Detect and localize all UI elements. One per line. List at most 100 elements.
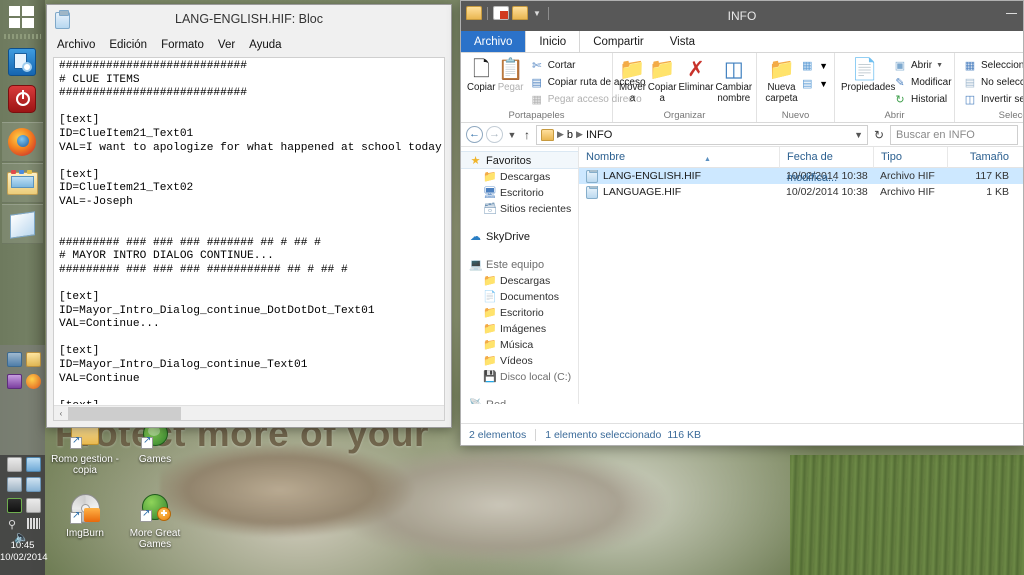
explorer-task-button[interactable] <box>2 163 43 203</box>
tab-compartir[interactable]: Compartir <box>580 31 656 52</box>
menu-ayuda[interactable]: Ayuda <box>249 39 281 51</box>
firefox-task-button[interactable] <box>2 122 43 162</box>
tray-card-icon[interactable] <box>26 477 41 492</box>
paste-button[interactable]: 📋 Pegar <box>498 55 524 94</box>
file-explorer-window[interactable]: ▼ INFO Archivo Inicio Compartir Vista 🗋 … <box>460 0 1024 446</box>
sidebar-item-disco-local-c[interactable]: 💾 Disco local (C:) <box>461 369 578 385</box>
menu-ver[interactable]: Ver <box>218 39 235 51</box>
sidebar-item-documentos[interactable]: 📄 Documentos <box>461 289 578 305</box>
file-list[interactable]: Nombre ▲ Fecha de modifica... Tipo Tamañ… <box>579 146 1023 404</box>
back-arrow-icon[interactable]: ← <box>466 126 483 143</box>
history-button[interactable]: ↻ Historial <box>891 91 954 108</box>
desktop-icon-imgburn[interactable]: ImgBurn <box>48 492 122 539</box>
notepad-titlebar[interactable]: LANG-ENGLISH.HIF: Bloc <box>47 5 451 35</box>
column-header-fecha[interactable]: Fecha de modifica... <box>779 146 873 184</box>
navigation-pane[interactable]: ★ Favoritos 📁 Descargas 🖥 Escritorio 🗃 S… <box>461 147 579 404</box>
tray-clock[interactable]: 10:45 10/02/2014 <box>0 540 48 564</box>
sidebar-item-skydrive[interactable]: ☁ SkyDrive <box>461 229 578 245</box>
column-header-nombre[interactable]: Nombre ▲ <box>579 147 779 168</box>
search-input[interactable]: Buscar en INFO <box>890 124 1018 145</box>
column-headers[interactable]: Nombre ▲ Fecha de modifica... Tipo Tamañ… <box>579 146 1023 184</box>
chevron-down-icon[interactable]: ▼ <box>819 61 828 71</box>
tray-display-icon[interactable] <box>7 477 22 492</box>
copy-to-button[interactable]: 📁 Copiar a <box>648 55 677 104</box>
rename-button[interactable]: ◫ Cambiar nombre <box>715 55 752 104</box>
invert-selection-button[interactable]: ◫ Invertir sele <box>961 91 1023 108</box>
scrollbar-thumb[interactable] <box>68 407 181 420</box>
desktop-icon-more-great-games[interactable]: More Great Games <box>118 492 192 550</box>
sidebar-item-musica[interactable]: 📁 Música <box>461 337 578 353</box>
notepad-horizontal-scrollbar[interactable]: ‹ <box>54 405 444 420</box>
computer-small-icon[interactable] <box>7 352 22 367</box>
folder-small-icon[interactable] <box>26 352 41 367</box>
sidebar-item-descargas[interactable]: 📁 Descargas <box>461 169 578 185</box>
select-none-button[interactable]: ▤ No seleccio <box>961 74 1023 91</box>
notepad-menubar[interactable]: Archivo Edición Formato Ver Ayuda <box>47 35 451 55</box>
chevron-down-icon-address[interactable]: ▼ <box>854 130 863 140</box>
sidebar-item-este-equipo[interactable]: 💻 Este equipo <box>461 257 578 273</box>
minimize-button[interactable] <box>1006 13 1017 14</box>
recent-locations-chevron-icon[interactable]: ▼ <box>506 130 518 140</box>
move-to-button[interactable]: 📁 Mover a <box>619 55 646 104</box>
taskbar-grip[interactable] <box>4 34 41 39</box>
ribbon-tabs[interactable]: Archivo Inicio Compartir Vista <box>461 31 1023 53</box>
forward-arrow-icon[interactable]: → <box>486 126 503 143</box>
sidebar-item-escritorio-2[interactable]: 📁 Escritorio <box>461 305 578 321</box>
column-header-tipo[interactable]: Tipo <box>873 146 947 168</box>
address-bar[interactable]: ← → ▼ ↑ ▶ b ▶ INFO ▼ ↻ Buscar en INFO <box>461 123 1023 147</box>
chevron-down-icon-2[interactable]: ▼ <box>819 79 828 89</box>
copy-icon: 🗋 <box>472 58 490 81</box>
sidebar-item-sitios-recientes[interactable]: 🗃 Sitios recientes <box>461 201 578 217</box>
sidebar-item-videos[interactable]: 📁 Vídeos <box>461 353 578 369</box>
properties-button[interactable]: 📄 Propiedades <box>841 55 895 94</box>
copy-label: Copiar <box>467 82 496 93</box>
column-header-tamano[interactable]: Tamaño <box>947 146 1017 168</box>
tab-vista[interactable]: Vista <box>657 31 708 52</box>
refresh-icon[interactable]: ↻ <box>871 128 887 142</box>
menu-edicion[interactable]: Edición <box>109 39 147 51</box>
new-item-dropdown-button[interactable]: ▦ ▼ <box>802 59 828 73</box>
ribbon[interactable]: 🗋 Copiar 📋 Pegar ✄ Cortar ▤ Copiar ruta … <box>461 53 1023 123</box>
edit-button[interactable]: ✎ Modificar <box>891 74 954 91</box>
tab-archivo[interactable]: Archivo <box>461 31 526 52</box>
power-button[interactable] <box>8 85 36 113</box>
menu-archivo[interactable]: Archivo <box>57 39 95 51</box>
desktop-icon-label: Games <box>138 454 172 465</box>
notepad-task-button[interactable] <box>2 204 43 244</box>
copy-button[interactable]: 🗋 Copiar <box>467 55 496 94</box>
select-all-button[interactable]: ▦ Seleccionar <box>961 57 1023 74</box>
delete-button[interactable]: ✗ Eliminar <box>678 55 713 94</box>
start-button[interactable] <box>9 6 35 30</box>
tray-usb-icon[interactable]: ⚲ <box>8 518 20 531</box>
tray-list-icon[interactable] <box>7 457 22 472</box>
breadcrumb-item-b[interactable]: b <box>567 129 573 141</box>
tray-signal-icon[interactable] <box>27 518 40 529</box>
breadcrumb-item-info[interactable]: INFO <box>586 129 612 141</box>
explorer-titlebar[interactable]: ▼ INFO <box>461 1 1023 31</box>
taskbar[interactable]: ⚲ 🔈 10:45 10/02/2014 <box>0 0 48 575</box>
menu-formato[interactable]: Formato <box>161 39 204 51</box>
sidebar-item-favoritos[interactable]: ★ Favoritos <box>461 153 578 169</box>
up-arrow-icon[interactable]: ↑ <box>521 128 533 142</box>
open-button[interactable]: ▣ Abrir ▼ <box>891 57 954 74</box>
new-folder-button[interactable]: 📁 Nueva carpeta <box>763 55 800 104</box>
easy-access-dropdown-button[interactable]: ▤ ▼ <box>802 77 828 91</box>
sidebar-item-red[interactable]: 📡 Red <box>461 397 578 404</box>
scroll-left-arrow-icon[interactable]: ‹ <box>54 406 68 420</box>
tray-check-icon[interactable] <box>26 498 41 513</box>
chevron-down-icon-open[interactable]: ▼ <box>936 62 943 69</box>
breadcrumb[interactable]: ▶ b ▶ INFO ▼ <box>536 124 868 145</box>
sidebar-item-descargas-2[interactable]: 📁 Descargas <box>461 273 578 289</box>
tray-nvidia-icon[interactable] <box>7 498 22 513</box>
settings-app-button[interactable] <box>8 48 36 76</box>
tray-save-icon[interactable] <box>26 457 41 472</box>
notepad-text-content[interactable]: ############################ # CLUE ITEM… <box>59 60 444 404</box>
notepad-window[interactable]: LANG-ENGLISH.HIF: Bloc Archivo Edición F… <box>46 4 452 428</box>
firefox-small-icon[interactable] <box>26 374 41 389</box>
visual-studio-small-icon[interactable] <box>7 374 22 389</box>
sidebar-item-escritorio[interactable]: 🖥 Escritorio <box>461 185 578 201</box>
tab-inicio[interactable]: Inicio <box>525 31 581 52</box>
sidebar-item-imagenes[interactable]: 📁 Imágenes <box>461 321 578 337</box>
notepad-text-area[interactable]: ############################ # CLUE ITEM… <box>53 57 445 421</box>
column-label: Nombre <box>586 150 626 163</box>
